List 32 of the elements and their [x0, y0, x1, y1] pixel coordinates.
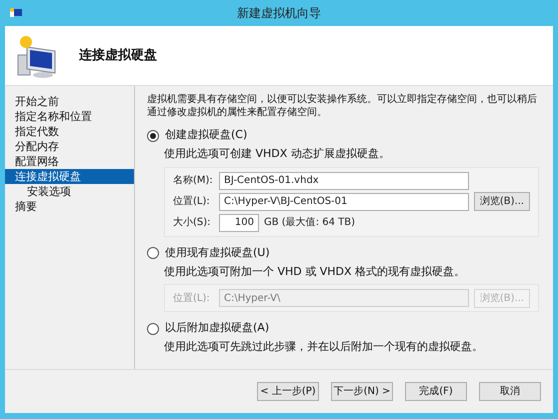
field-label: 位置(L):: [173, 194, 211, 209]
field-label: 大小(S):: [173, 216, 212, 230]
radio-button[interactable]: [147, 322, 159, 334]
nav-item[interactable]: 连接虚拟硬盘: [5, 169, 134, 184]
option-label[interactable]: 创建虚拟硬盘(C): [165, 127, 248, 144]
name-field[interactable]: BJ-CentOS-01.vhdx: [219, 172, 469, 190]
wizard-button[interactable]: < 上一步(P): [257, 382, 319, 401]
intro-text: 虚拟机需要具有存储空间，以便可以安装操作系统。可以立即指定存储空间，也可以稍后通过修改虚拟机的属性来配置存储空间。: [147, 93, 538, 119]
location-field[interactable]: C:\Hyper-V\BJ-CentOS-01: [219, 192, 469, 210]
option-label[interactable]: 以后附加虚拟硬盘(A): [165, 320, 270, 337]
page-title: 连接虚拟硬盘: [79, 46, 157, 65]
nav-item[interactable]: 指定名称和位置: [5, 109, 134, 124]
option-description: 使用此选项可先跳过此步骤，并在以后附加一个现有的虚拟硬盘。: [163, 339, 484, 355]
app-icon: [10, 8, 22, 18]
field-label: 位置(L):: [173, 292, 211, 306]
window-title: 新建虚拟机向导: [237, 5, 321, 22]
browse-button[interactable]: 浏览(B)...: [474, 192, 530, 211]
option-description: 使用此选项可创建 VHDX 动态扩展虚拟硬盘。: [163, 146, 391, 162]
wizard-button[interactable]: 取消: [479, 382, 541, 401]
nav-item[interactable]: 安装选项: [5, 184, 134, 199]
nav-item[interactable]: 摘要: [5, 199, 134, 214]
nav-item[interactable]: 分配内存: [5, 139, 134, 154]
nav-item[interactable]: 配置网络: [5, 154, 134, 169]
nav-item[interactable]: 指定代数: [5, 124, 134, 139]
wizard-button[interactable]: 完成(F): [405, 382, 467, 401]
nav-item[interactable]: 开始之前: [5, 94, 134, 109]
field-label: 名称(M):: [173, 174, 214, 188]
radio-button[interactable]: [147, 130, 159, 142]
option-description: 使用此选项可附加一个 VHD 或 VHDX 格式的现有虚拟硬盘。: [163, 264, 466, 280]
wizard-button[interactable]: 下一步(N) >: [331, 382, 393, 401]
size-field[interactable]: 100: [219, 214, 259, 232]
size-unit: GB (最大值: 64 TB): [264, 216, 356, 230]
